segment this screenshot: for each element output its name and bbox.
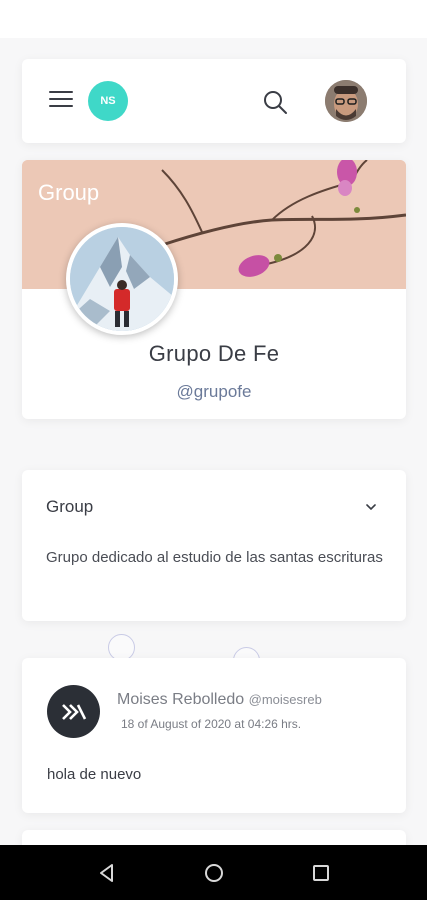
user-avatar[interactable] (325, 80, 367, 122)
post-author-handle[interactable]: @moisesreb (249, 692, 322, 707)
system-navigation-bar (0, 845, 427, 900)
user-initials-badge[interactable]: NS (88, 81, 128, 121)
group-profile-card: Group Grupo De Fe @grupofe (22, 160, 406, 419)
post-card[interactable]: Moises Rebolledo @moisesreb 18 of August… (22, 658, 406, 813)
group-name: Grupo De Fe (148, 341, 280, 366)
home-icon[interactable] (203, 862, 225, 884)
post-author-name[interactable]: Moises Rebolledo (117, 691, 244, 708)
info-title: Group (46, 497, 94, 516)
decorative-bubble (108, 634, 135, 661)
post-date: 18 of August of 2020 at 04:26 hrs. (121, 717, 302, 731)
search-icon[interactable] (262, 89, 288, 115)
post-author-avatar[interactable] (47, 685, 100, 738)
group-description: Grupo dedicado al estudio de las santas … (46, 549, 383, 566)
menu-icon[interactable] (49, 91, 73, 111)
back-icon[interactable] (96, 862, 118, 884)
group-info-card: Group Grupo dedicado al estudio de las s… (22, 470, 406, 621)
group-handle: @grupofe (176, 382, 252, 401)
top-app-bar: NS (22, 59, 406, 143)
group-avatar[interactable] (66, 223, 178, 335)
chevron-down-icon[interactable] (364, 500, 378, 514)
cover-label: Group (38, 180, 100, 205)
post-text: hola de nuevo (47, 766, 142, 783)
author-logo-icon (61, 703, 86, 720)
post-author[interactable]: Moises Rebolledo @moisesreb (117, 691, 322, 709)
recents-icon[interactable] (310, 862, 332, 884)
status-bar-area (0, 0, 427, 38)
